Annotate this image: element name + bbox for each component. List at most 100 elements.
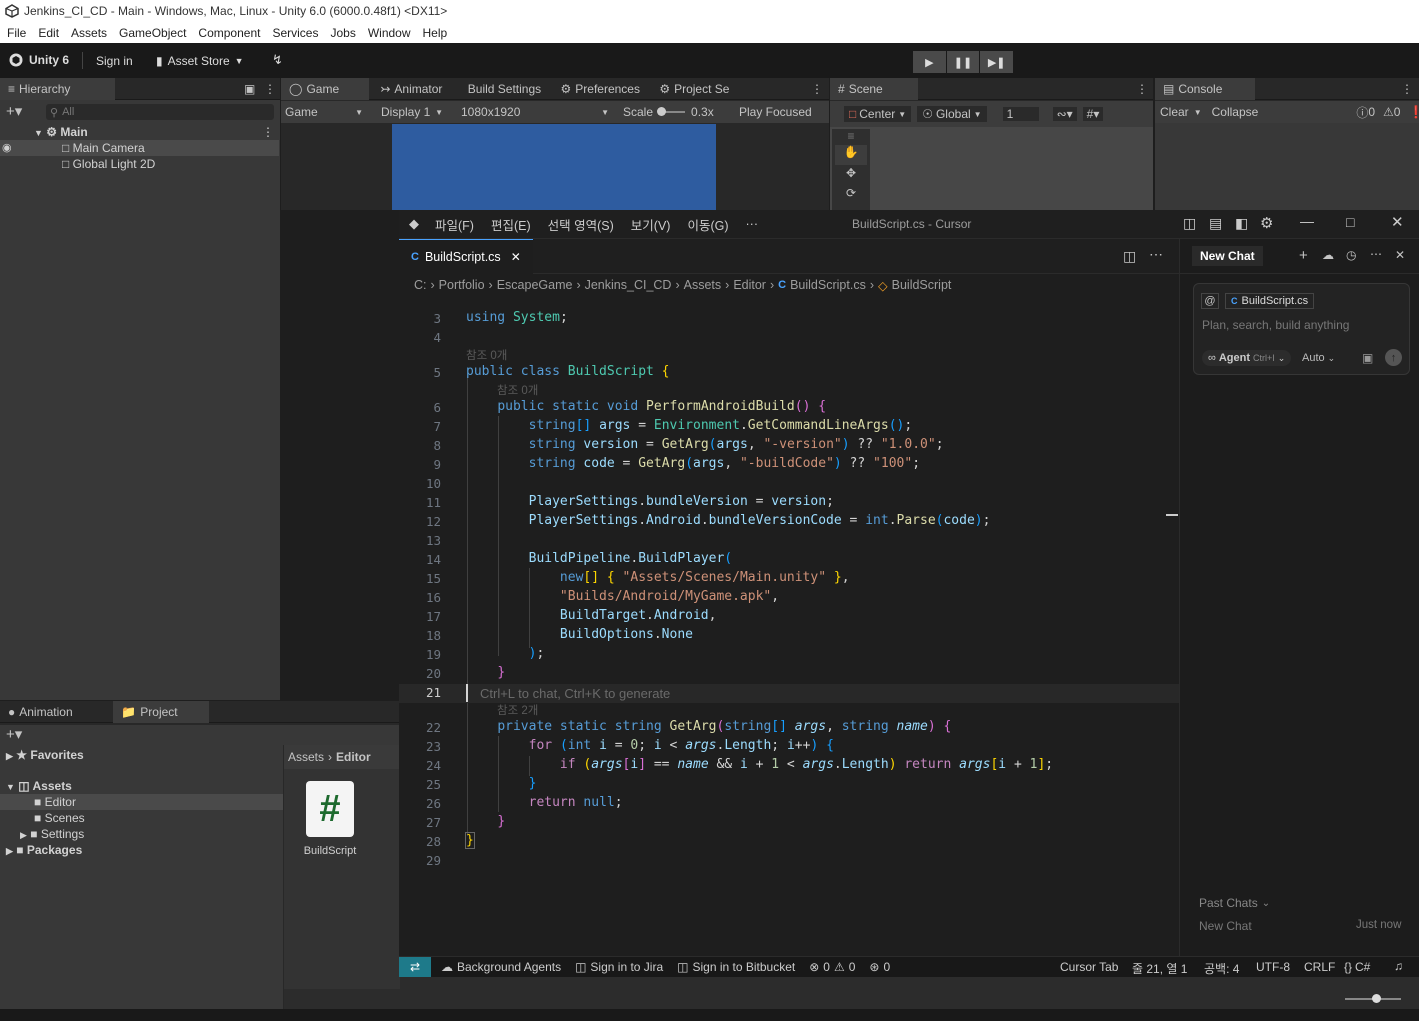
history-icon[interactable]: ◷ (1346, 248, 1356, 262)
context-chip[interactable]: C BuildScript.cs (1225, 293, 1315, 309)
cursor-tab-toggle[interactable]: Cursor Tab (1060, 960, 1118, 974)
pivot-dropdown[interactable]: □ Center ▼ (844, 106, 912, 122)
codelens-references[interactable]: 참조 0개 (497, 382, 538, 398)
rotate-tool-icon[interactable]: ⟳ (835, 186, 867, 206)
breadcrumb-item[interactable]: Jenkins_CI_CD (585, 278, 672, 292)
model-dropdown[interactable]: Auto ⌄ (1302, 350, 1335, 366)
step-button[interactable]: ▶❚ (980, 51, 1014, 73)
tab-console[interactable]: ▤ Console (1155, 78, 1255, 100)
tab-animator[interactable]: ↣ Animator (372, 78, 450, 100)
resolution-dropdown[interactable]: 1080x1920 ▼ (449, 105, 615, 119)
send-arrow-icon[interactable]: ↑ (1385, 349, 1402, 366)
cloud-icon[interactable]: ☁ (1322, 248, 1334, 262)
codelens-references[interactable]: 참조 2개 (497, 702, 538, 718)
more-icon[interactable]: ⋮ (1401, 82, 1413, 96)
close-icon[interactable]: ✕ (1391, 213, 1404, 231)
space-dropdown[interactable]: ☉ Global ▼ (917, 106, 987, 122)
menu-assets[interactable]: Assets (71, 26, 107, 40)
move-tool-icon[interactable]: ✥ (835, 166, 867, 186)
breadcrumb-assets[interactable]: Assets (288, 750, 324, 764)
hand-tool-icon[interactable]: ✋ (835, 145, 867, 165)
tab-hierarchy[interactable]: ≡ Hierarchy (0, 78, 115, 100)
menu-view[interactable]: 보기(V) (631, 215, 671, 234)
display-dropdown[interactable]: Display 1 ▼ (369, 105, 449, 119)
tab-project-settings[interactable]: ⚙ Project Se (651, 78, 737, 100)
grid-snap-input[interactable]: 1 (1002, 107, 1039, 121)
more-actions-icon[interactable]: ⋯ (1149, 246, 1163, 263)
hierarchy-item[interactable]: □ Global Light 2D (0, 156, 279, 172)
tab-buildscript[interactable]: C BuildScript.cs ✕ (399, 239, 533, 274)
asset-store-button[interactable]: ▮ Asset Store ▼ (156, 54, 244, 68)
game-view[interactable] (392, 124, 716, 210)
tab-game[interactable]: ◯ Game (281, 78, 369, 100)
menu-gameobject[interactable]: GameObject (119, 26, 186, 40)
close-tab-icon[interactable]: ✕ (511, 250, 521, 264)
more-icon[interactable]: ⋮ (262, 124, 274, 140)
more-icon[interactable]: ⋯ (1370, 247, 1382, 261)
tab-project[interactable]: 📁 Project (113, 701, 210, 723)
toggle-secondary-sidebar-icon[interactable]: ◧ (1235, 215, 1248, 232)
breadcrumb-item[interactable]: BuildScript.cs (790, 278, 866, 292)
tab-new-chat[interactable]: New Chat (1192, 246, 1263, 266)
image-icon[interactable]: ▣ (1362, 351, 1373, 365)
scene-view[interactable]: ≡ ✋ ✥ ⟳ (830, 127, 1153, 210)
collapse-button[interactable]: Collapse (1212, 105, 1259, 119)
language-mode[interactable]: {} C# (1344, 960, 1370, 974)
encoding[interactable]: UTF-8 (1256, 960, 1290, 974)
more-icon[interactable]: ⋮ (811, 82, 823, 96)
menu-jobs[interactable]: Jobs (330, 26, 355, 40)
tab-build-settings[interactable]: Build Settings (460, 78, 549, 100)
settings-icon[interactable]: ⚙ (1260, 214, 1273, 232)
line-ending[interactable]: CRLF (1304, 960, 1335, 974)
menu-more[interactable]: ··· (746, 217, 759, 231)
problems-indicator[interactable]: ⊗ 0 ⚠ 0 (809, 960, 855, 974)
zoom-slider[interactable] (1345, 994, 1401, 1003)
pause-button[interactable]: ❚❚ (946, 51, 980, 73)
grid-toggle-icon[interactable]: #▾ (1082, 107, 1104, 121)
error-count-toggle[interactable]: ❗0 (1408, 105, 1419, 119)
sign-in-button[interactable]: Sign in (96, 54, 133, 68)
packages-folder-row[interactable]: ▶ ■ Packages (0, 842, 279, 858)
add-chat-icon[interactable]: + (1299, 247, 1308, 264)
menu-services[interactable]: Services (272, 26, 318, 40)
menu-go[interactable]: 이동(G) (687, 215, 728, 234)
ports-indicator[interactable]: ⊛ 0 (869, 960, 890, 974)
folder-row[interactable]: ■ Scenes (0, 810, 279, 826)
maximize-icon[interactable]: □ (1346, 214, 1354, 230)
more-icon[interactable]: ⋮ (264, 82, 276, 96)
chevron-down-icon[interactable]: ▼ (1194, 108, 1202, 117)
history-chat-item[interactable]: New Chat (1199, 919, 1252, 933)
bitbucket-signin[interactable]: ◫ Sign in to Bitbucket (677, 960, 795, 974)
folder-row[interactable]: ■ Editor (0, 794, 283, 810)
game-mode-dropdown[interactable]: Game ▼ (281, 105, 369, 119)
version-control-icon[interactable]: ↯ (272, 52, 283, 68)
breadcrumb-item[interactable]: C: (414, 278, 427, 292)
agent-mode-dropdown[interactable]: ∞ Agent Ctrl+I ⌄ (1202, 350, 1292, 366)
csharp-script-icon[interactable]: # (306, 781, 354, 837)
split-editor-icon[interactable]: ◫ (1123, 248, 1136, 265)
close-icon[interactable]: ✕ (1395, 248, 1405, 262)
scale-slider[interactable]: Scale 0.3x (615, 105, 733, 119)
tab-preferences[interactable]: ⚙ Preferences (553, 78, 648, 100)
toggle-sidebar-icon[interactable]: ◫ (1183, 215, 1196, 232)
tab-scene[interactable]: # Scene (830, 78, 918, 100)
folder-row[interactable]: ▶ ■ Settings (0, 826, 279, 842)
remote-icon[interactable]: ⇄ (399, 957, 431, 977)
visibility-icon[interactable]: ◉ (2, 140, 12, 156)
breadcrumb-item[interactable]: Portfolio (439, 278, 485, 292)
tab-animation[interactable]: ● Animation (0, 701, 110, 723)
menu-help[interactable]: Help (423, 26, 448, 40)
favorites-row[interactable]: ▶ ★ Favorites (0, 747, 279, 763)
breadcrumb-item[interactable]: BuildScript (892, 278, 952, 292)
assets-folder-row[interactable]: ▼ ◫ Assets (0, 778, 279, 794)
menu-file[interactable]: File (7, 26, 26, 40)
past-chats-toggle[interactable]: Past Chats ⌄ (1199, 896, 1270, 910)
menu-window[interactable]: Window (368, 26, 411, 40)
play-button[interactable]: ▶ (913, 51, 946, 73)
menu-component[interactable]: Component (198, 26, 260, 40)
breadcrumb-editor[interactable]: Editor (336, 750, 371, 764)
bell-icon[interactable]: ♫ (1394, 959, 1403, 973)
menu-file[interactable]: 파일(F) (435, 215, 474, 234)
more-icon[interactable]: ⋮ (1136, 82, 1148, 96)
jira-signin[interactable]: ◫ Sign in to Jira (575, 960, 663, 974)
